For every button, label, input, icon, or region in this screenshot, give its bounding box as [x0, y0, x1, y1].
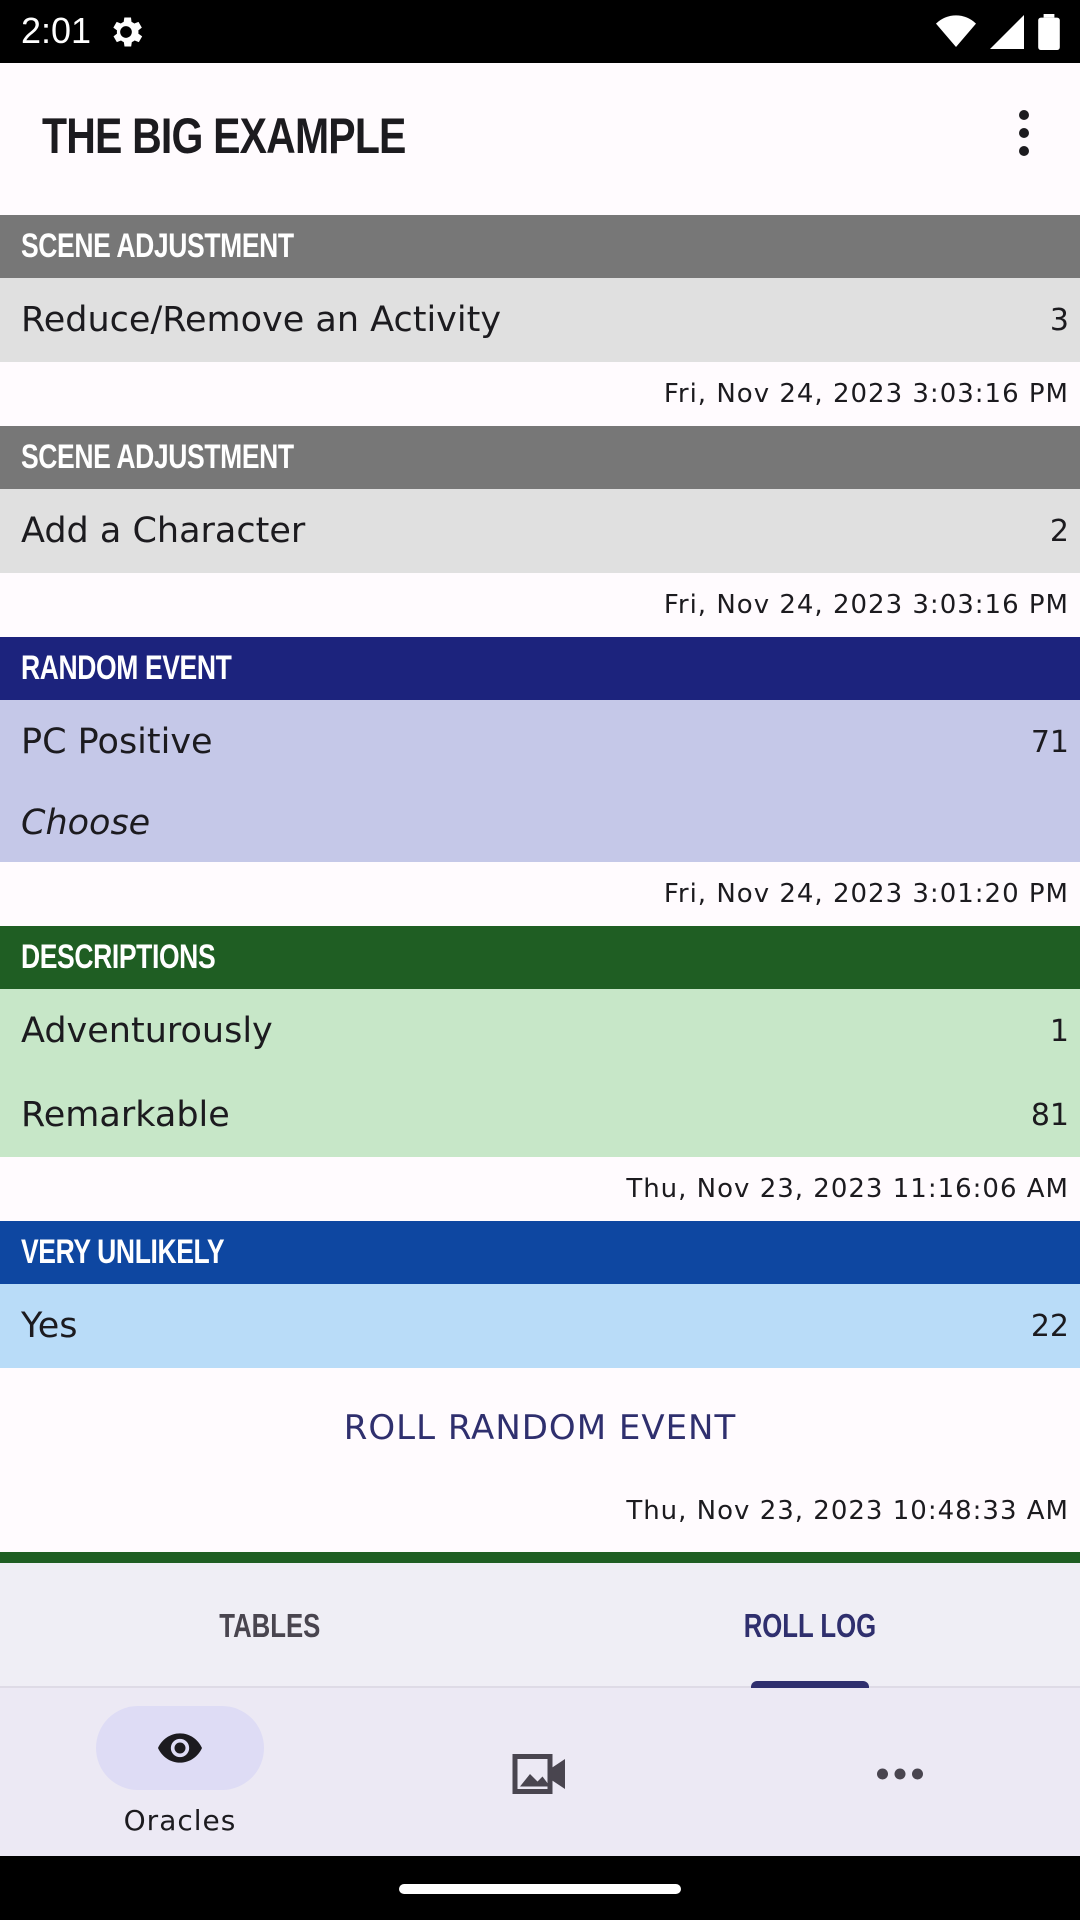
result-value: 2 [1049, 513, 1069, 549]
settings-notification-icon [113, 17, 143, 47]
app-bar: THE BIG EXAMPLE [0, 63, 1080, 215]
nav-label: Oracles [123, 1804, 237, 1837]
result-label: Yes [21, 1306, 78, 1346]
result-value: 3 [1049, 302, 1069, 338]
home-gesture-handle[interactable] [399, 1884, 681, 1894]
entry-header: VERY UNLIKELY [0, 1221, 1080, 1284]
status-icons [936, 12, 1060, 52]
entry-timestamp: Thu, Nov 23, 2023 10:48:33 AM [626, 1496, 1069, 1526]
result-row: Adventurously 1 [0, 989, 1080, 1073]
wifi-icon [936, 15, 976, 47]
result-row: Yes 22 [0, 1284, 1080, 1368]
battery-icon [1038, 14, 1060, 50]
result-value: 81 [1030, 1097, 1069, 1133]
entry-header: SCENE ADJUSTMENT [0, 426, 1080, 489]
result-label: Add a Character [21, 511, 306, 551]
log-entry: SCENE ADJUSTMENT Add a Character 2 Fri, … [0, 426, 1080, 637]
status-bar: 2:01 [0, 0, 1080, 63]
result-row: Add a Character 2 [0, 489, 1080, 573]
status-time: 2:01 [21, 10, 92, 51]
page-title: THE BIG EXAMPLE [42, 108, 406, 164]
video-image-icon [512, 1754, 565, 1794]
entry-header: RANDOM EVENT [0, 637, 1080, 700]
cell-signal-icon [990, 15, 1024, 49]
entry-header: DESCRIPTIONS [0, 926, 1080, 989]
result-value: 1 [1049, 1013, 1069, 1049]
bottom-navigation: Oracles [0, 1688, 1080, 1856]
system-navigation-bar [0, 1856, 1080, 1920]
result-label: Reduce/Remove an Activity [21, 300, 502, 340]
tab-roll-log[interactable]: ROLL LOG [540, 1563, 1080, 1688]
log-entry: VERY UNLIKELY Yes 22 ROLL RANDOM EVENT T… [0, 1221, 1080, 1552]
roll-random-event-button[interactable]: ROLL RANDOM EVENT [0, 1368, 1080, 1488]
nav-oracles[interactable]: Oracles [0, 1688, 360, 1856]
result-label: Remarkable [21, 1095, 230, 1135]
nav-more[interactable] [720, 1688, 1080, 1856]
entry-timestamp: Fri, Nov 24, 2023 3:01:20 PM [663, 879, 1069, 909]
result-row: Reduce/Remove an Activity 3 [0, 278, 1080, 362]
log-entry: SCENE ADJUSTMENT Reduce/Remove an Activi… [0, 215, 1080, 426]
entry-timestamp: Fri, Nov 24, 2023 3:03:16 PM [663, 590, 1069, 620]
log-entry: DESCRIPTIONS Adventurously 1 Remarkable … [0, 926, 1080, 1221]
entry-header: SCENE ADJUSTMENT [0, 215, 1080, 278]
nav-active-indicator [96, 1706, 264, 1790]
entry-timestamp: Thu, Nov 23, 2023 11:16:06 AM [626, 1174, 1069, 1204]
log-entry: RANDOM EVENT PC Positive 71 Choose Fri, … [0, 637, 1080, 926]
result-label: Adventurously [21, 1011, 273, 1051]
roll-log-list[interactable]: SCENE ADJUSTMENT Reduce/Remove an Activi… [0, 215, 1080, 1563]
more-vert-icon [1019, 110, 1029, 120]
tab-tables[interactable]: TABLES [0, 1563, 540, 1688]
result-value: 71 [1030, 724, 1069, 760]
result-row: Remarkable 81 [0, 1073, 1080, 1157]
tab-bar: TABLES ROLL LOG [0, 1563, 1080, 1689]
eye-icon [158, 1733, 202, 1763]
entry-timestamp: Fri, Nov 24, 2023 3:03:16 PM [663, 379, 1069, 409]
more-horiz-icon [877, 1768, 923, 1780]
result-label: PC Positive [21, 722, 213, 762]
next-entry-header-partial [0, 1552, 1080, 1563]
nav-media[interactable] [360, 1688, 720, 1856]
more-options-button[interactable] [996, 105, 1052, 161]
result-value: 22 [1030, 1308, 1069, 1344]
result-note: Choose [21, 803, 151, 843]
result-row: PC Positive 71 [0, 700, 1080, 784]
